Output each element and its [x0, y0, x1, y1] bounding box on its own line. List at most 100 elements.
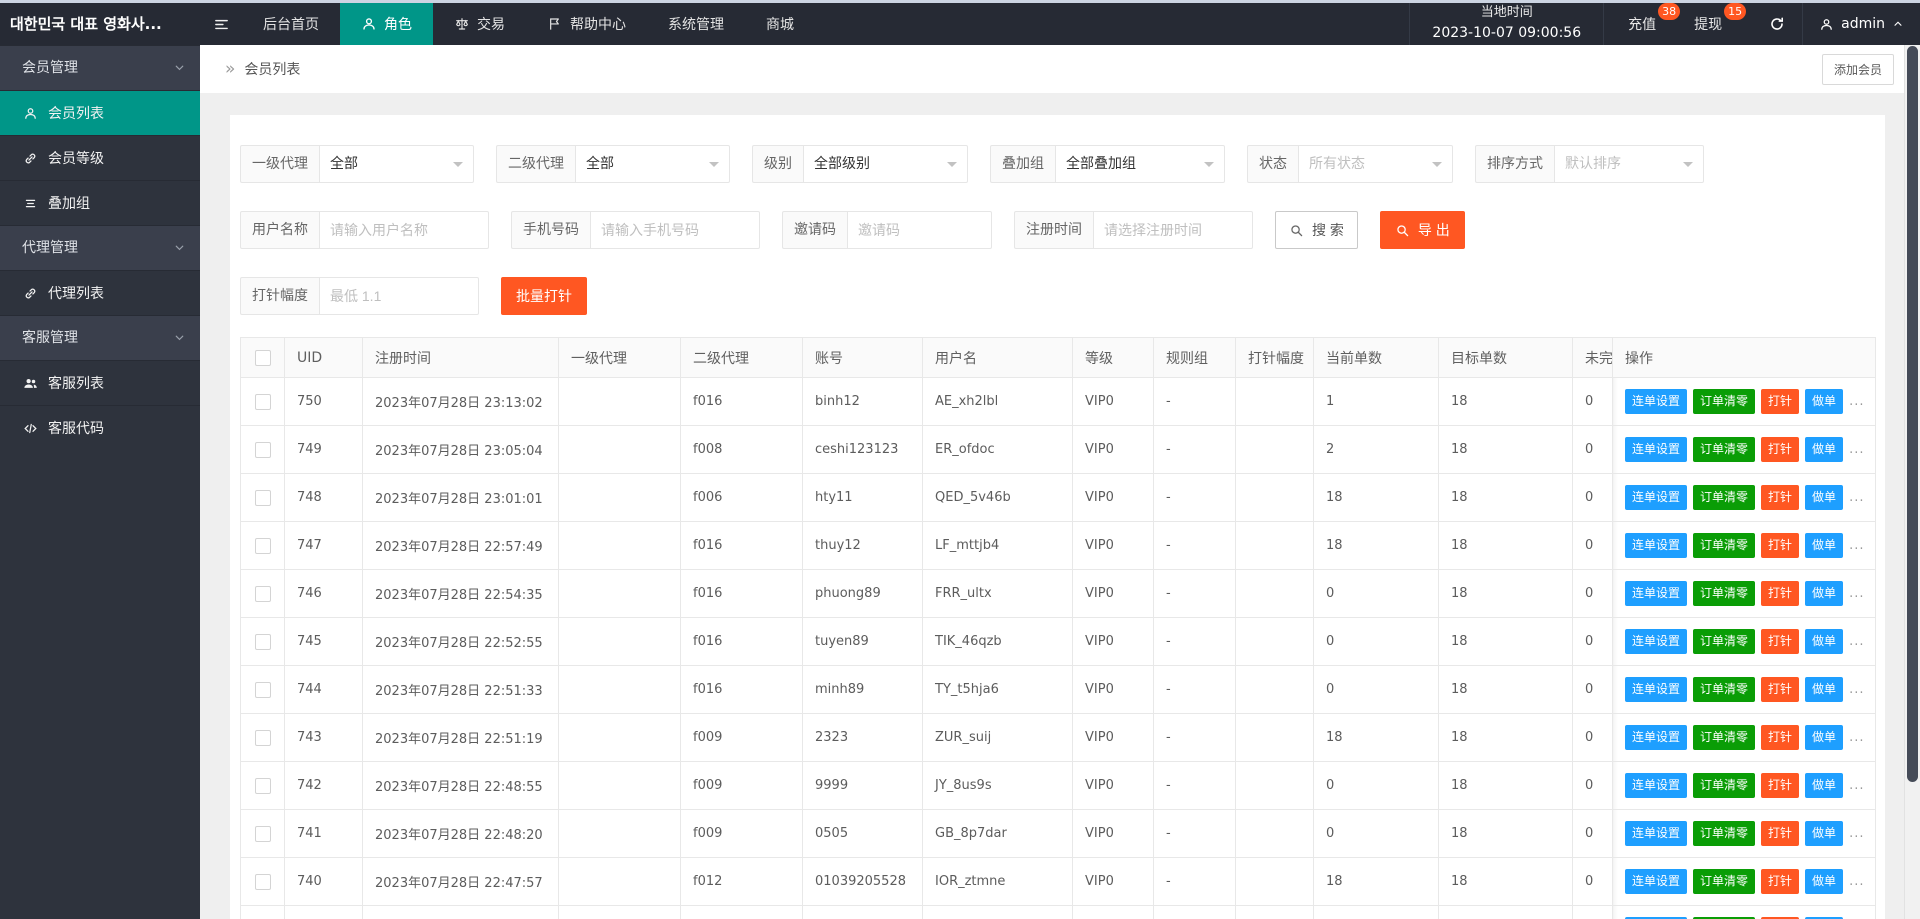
row-checkbox[interactable] [254, 777, 271, 794]
make-order-button[interactable]: 做单 [1805, 437, 1844, 462]
scrollbar-thumb[interactable] [1907, 46, 1918, 782]
status-select[interactable]: 所有状态 [1298, 145, 1453, 183]
chain-order-settings-button[interactable]: 连单设置 [1625, 677, 1688, 702]
make-order-button[interactable]: 做单 [1805, 389, 1844, 414]
chain-order-settings-button[interactable]: 连单设置 [1625, 629, 1688, 654]
nav-item-help-center[interactable]: 帮助中心 [526, 3, 647, 45]
make-order-button[interactable]: 做单 [1805, 533, 1844, 558]
sidebar-item-member-list[interactable]: 会员列表 [0, 90, 200, 135]
make-order-button[interactable]: 做单 [1805, 821, 1844, 846]
sidebar-item-member-level[interactable]: 会员等级 [0, 135, 200, 180]
inject-button[interactable]: 打针 [1761, 533, 1800, 558]
nav-item-dashboard[interactable]: 后台首页 [242, 3, 340, 45]
inject-button[interactable]: 打针 [1761, 869, 1800, 894]
make-order-button[interactable]: 做单 [1805, 629, 1844, 654]
order-reset-button[interactable]: 订单清零 [1693, 773, 1756, 798]
more-actions-button[interactable]: ... [1849, 442, 1864, 457]
inject-button[interactable]: 打针 [1761, 389, 1800, 414]
row-checkbox[interactable] [254, 441, 271, 458]
chain-order-settings-button[interactable]: 连单设置 [1625, 389, 1688, 414]
more-actions-button[interactable]: ... [1849, 826, 1864, 841]
more-actions-button[interactable]: ... [1849, 586, 1864, 601]
row-checkbox[interactable] [254, 825, 271, 842]
order-reset-button[interactable]: 订单清零 [1693, 725, 1756, 750]
export-button[interactable]: 导 出 [1379, 211, 1465, 249]
select-all-checkbox[interactable] [254, 349, 271, 366]
more-actions-button[interactable]: ... [1849, 490, 1864, 505]
inject-button[interactable]: 打针 [1761, 725, 1800, 750]
inject-button[interactable]: 打针 [1761, 437, 1800, 462]
stack_group-select[interactable]: 全部叠加组 [1055, 145, 1225, 183]
add-member-button[interactable]: 添加会员 [1821, 53, 1894, 85]
sidebar-item-stack-group[interactable]: 叠加组 [0, 180, 200, 225]
agent1-select[interactable]: 全部 [319, 145, 474, 183]
user-menu[interactable]: admin [1802, 3, 1920, 45]
phone-input[interactable] [590, 211, 760, 249]
inject-button[interactable]: 打针 [1761, 485, 1800, 510]
chain-order-settings-button[interactable]: 连单设置 [1625, 869, 1688, 894]
row-checkbox[interactable] [254, 633, 271, 650]
order-reset-button[interactable]: 订单清零 [1693, 629, 1756, 654]
nav-item-role[interactable]: 角色 [340, 3, 433, 45]
sidebar-item-service-list[interactable]: 客服列表 [0, 360, 200, 405]
row-checkbox[interactable] [254, 393, 271, 410]
more-actions-button[interactable]: ... [1849, 874, 1864, 889]
make-order-button[interactable]: 做单 [1805, 869, 1844, 894]
order-reset-button[interactable]: 订单清零 [1693, 581, 1756, 606]
inject-button[interactable]: 打针 [1761, 773, 1800, 798]
more-actions-button[interactable]: ... [1849, 634, 1864, 649]
sidebar-section-member-management[interactable]: 会员管理 [0, 45, 200, 90]
make-order-button[interactable]: 做单 [1805, 581, 1844, 606]
batch-inject-button[interactable]: 批量打针 [501, 277, 587, 315]
order-reset-button[interactable]: 订单清零 [1693, 533, 1756, 558]
refresh-button[interactable] [1752, 3, 1802, 45]
inject-button[interactable]: 打针 [1761, 677, 1800, 702]
sort-select[interactable]: 默认排序 [1554, 145, 1704, 183]
recharge-link[interactable]: 充值 38 [1628, 3, 1681, 34]
row-checkbox[interactable] [254, 729, 271, 746]
order-reset-button[interactable]: 订单清零 [1693, 437, 1756, 462]
level-select[interactable]: 全部级别 [803, 145, 968, 183]
inject-button[interactable]: 打针 [1761, 581, 1800, 606]
nav-item-trade[interactable]: 交易 [433, 3, 526, 45]
order-reset-button[interactable]: 订单清零 [1693, 869, 1756, 894]
make-order-button[interactable]: 做单 [1805, 485, 1844, 510]
page-scrollbar[interactable] [1904, 45, 1920, 919]
chain-order-settings-button[interactable]: 连单设置 [1625, 821, 1688, 846]
more-actions-button[interactable]: ... [1849, 538, 1864, 553]
search-button[interactable]: 搜 索 [1275, 211, 1358, 249]
sidebar-toggle-button[interactable] [200, 3, 242, 45]
nav-item-mall[interactable]: 商城 [745, 3, 815, 45]
chain-order-settings-button[interactable]: 连单设置 [1625, 437, 1688, 462]
inject-button[interactable]: 打针 [1761, 821, 1800, 846]
inject-button[interactable]: 打针 [1761, 629, 1800, 654]
make-order-button[interactable]: 做单 [1805, 773, 1844, 798]
withdraw-link[interactable]: 提现 15 [1694, 3, 1747, 34]
nav-item-system[interactable]: 系统管理 [647, 3, 745, 45]
sidebar-item-service-code[interactable]: 客服代码 [0, 405, 200, 450]
needle-range-input[interactable] [319, 277, 479, 315]
make-order-button[interactable]: 做单 [1805, 725, 1844, 750]
more-actions-button[interactable]: ... [1849, 778, 1864, 793]
order-reset-button[interactable]: 订单清零 [1693, 821, 1756, 846]
chain-order-settings-button[interactable]: 连单设置 [1625, 725, 1688, 750]
agent2-select[interactable]: 全部 [575, 145, 730, 183]
reg_time-input[interactable] [1093, 211, 1253, 249]
sidebar-item-agent-list[interactable]: 代理列表 [0, 270, 200, 315]
invite_code-input[interactable] [847, 211, 992, 249]
more-actions-button[interactable]: ... [1849, 682, 1864, 697]
sidebar-section-agent-management[interactable]: 代理管理 [0, 225, 200, 270]
more-actions-button[interactable]: ... [1849, 730, 1864, 745]
order-reset-button[interactable]: 订单清零 [1693, 677, 1756, 702]
order-reset-button[interactable]: 订单清零 [1693, 485, 1756, 510]
order-reset-button[interactable]: 订单清零 [1693, 389, 1756, 414]
row-checkbox[interactable] [254, 873, 271, 890]
row-checkbox[interactable] [254, 537, 271, 554]
make-order-button[interactable]: 做单 [1805, 677, 1844, 702]
row-checkbox[interactable] [254, 681, 271, 698]
row-checkbox[interactable] [254, 489, 271, 506]
chain-order-settings-button[interactable]: 连单设置 [1625, 485, 1688, 510]
chain-order-settings-button[interactable]: 连单设置 [1625, 533, 1688, 558]
chain-order-settings-button[interactable]: 连单设置 [1625, 581, 1688, 606]
sidebar-section-service-management[interactable]: 客服管理 [0, 315, 200, 360]
